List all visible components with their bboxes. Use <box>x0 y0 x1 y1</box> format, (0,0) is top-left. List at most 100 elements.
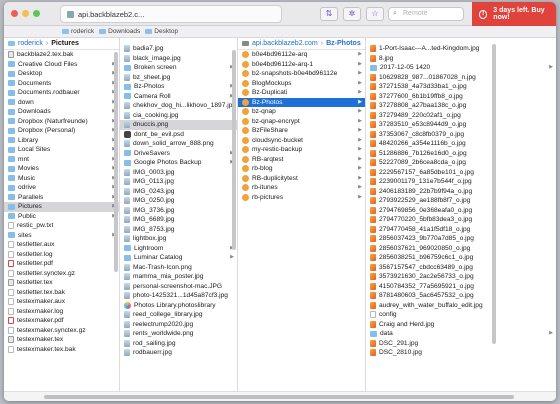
file-row[interactable]: testletter.pdf <box>4 259 119 269</box>
file-row[interactable]: bz_sheet.jpg <box>120 73 237 83</box>
file-row[interactable]: 2794770220_5bfb83dea3_o.jpg <box>366 215 556 225</box>
file-row[interactable]: testexmaker.log <box>4 307 119 317</box>
folder-row[interactable]: Downloads▶ <box>4 107 119 117</box>
folder-row[interactable]: Bz-Duplicati ▶ <box>238 88 365 98</box>
folder-row[interactable]: odrive▶ <box>4 183 119 193</box>
file-row[interactable]: 3573921630_2ac2e56733_o.jpg <box>366 272 556 282</box>
file-row[interactable]: 2794770458_41a1f5df18_o.jpg <box>366 225 556 235</box>
folder-row[interactable]: Creative Cloud Files▶ <box>4 60 119 70</box>
file-row[interactable]: 4150784352_77a5695921_o.jpg <box>366 282 556 292</box>
folder-row[interactable]: mnt▶ <box>4 155 119 165</box>
folder-row[interactable]: down▶ <box>4 98 119 108</box>
file-row[interactable]: mamma_mia_poster.jpg <box>120 272 237 282</box>
folder-row[interactable]: Lightroom▶ <box>120 244 237 254</box>
file-row[interactable]: 1-Port-Isaac---A...ted-Kingdom.jpg <box>366 44 556 54</box>
file-row[interactable]: 52227089_2b6cea8cda_o.jpg <box>366 158 556 168</box>
scrollbar[interactable] <box>114 52 118 272</box>
file-row[interactable]: 37278808_a27baa138c_o.jpg <box>366 101 556 111</box>
folder-row[interactable]: Bz-Photos▶ <box>238 97 365 107</box>
file-row[interactable]: photo-1425321...1d45a87cf3.jpg <box>120 291 237 301</box>
file-row[interactable]: rodbauerr.jpg <box>120 348 237 358</box>
file-row[interactable]: IMG_6689.jpg <box>120 215 237 225</box>
scrollbar[interactable] <box>492 44 496 344</box>
folder-row[interactable]: b0e4bd96112e-arq ▶ <box>238 50 365 60</box>
star-bookmark-icon[interactable]: ☆ <box>366 7 384 21</box>
folder-row[interactable]: Music▶ <box>4 174 119 184</box>
file-row[interactable]: black_image.jpg <box>120 54 237 64</box>
file-row[interactable]: 2793922529_ae188fb8f7_o.jpg <box>366 196 556 206</box>
file-row[interactable]: testletter.tex.bak <box>4 288 119 298</box>
breadcrumb-bz-photos[interactable]: Bz-Photos <box>326 40 361 47</box>
folder-row[interactable]: sites▶ <box>4 231 119 241</box>
file-row[interactable]: 37283510_e53c8944d9_o.jpg <box>366 120 556 130</box>
file-row[interactable]: cia_cooking.jpg <box>120 111 237 121</box>
file-row[interactable]: testletter.tex <box>4 278 119 288</box>
file-row[interactable]: testexmaker.pdf <box>4 316 119 326</box>
file-row[interactable]: badia7.jpg <box>120 44 237 54</box>
remote-search-input[interactable]: ⌕ Remote <box>388 7 464 21</box>
file-row[interactable]: rod_sailing.jpg <box>120 339 237 349</box>
folder-row[interactable]: DriveSavers▶ <box>120 149 237 159</box>
connection-tab[interactable]: api.backblazeb2.c... <box>60 5 282 23</box>
folder-row[interactable]: Broken screen▶ <box>120 63 237 73</box>
file-row[interactable]: Photos Library.photoslibrary <box>120 301 237 311</box>
file-row[interactable]: testletter.log <box>4 250 119 260</box>
folder-row[interactable]: b2-snapshots-b0e4bd96112e ▶ <box>238 69 365 79</box>
file-row[interactable]: DSC_2810.jpg <box>366 348 556 358</box>
scrollbar[interactable] <box>232 50 236 250</box>
folder-row[interactable]: Library▶ <box>4 136 119 146</box>
file-row[interactable]: DSC_291.jpg <box>366 339 556 349</box>
folder-row[interactable]: rb-itunes ▶ <box>238 183 365 193</box>
file-row[interactable]: down_solid_arrow_888.png <box>120 139 237 149</box>
favorite-roderick[interactable]: roderick <box>62 28 94 35</box>
file-row[interactable]: 48420266_a354e1116b_o.jpg <box>366 139 556 149</box>
folder-row[interactable]: BlogMockups ▶ <box>238 79 365 89</box>
folder-row[interactable]: Pictures▶ <box>4 202 119 212</box>
file-row[interactable]: Mac-Trash-Icon.png <box>120 263 237 273</box>
folder-row[interactable]: data ▶ <box>366 329 556 339</box>
folder-row[interactable]: Dropbox (Personal)▶ <box>4 126 119 136</box>
folder-row[interactable]: bz-qnap ▶ <box>238 107 365 117</box>
file-row[interactable]: 8.jpg <box>366 54 556 64</box>
file-row[interactable]: 51286886_7b126e16d0_o.jpg <box>366 149 556 159</box>
folder-row[interactable]: Parallels▶ <box>4 193 119 203</box>
folder-row[interactable]: RB-arqtest ▶ <box>238 155 365 165</box>
file-row[interactable]: IMG_0003.jpg <box>120 168 237 178</box>
file-row[interactable]: 2856037621_969020850_o.jpg <box>366 244 556 254</box>
file-row[interactable]: testexmaker.tex.bak <box>4 345 119 355</box>
file-row[interactable]: 37277600_6b1b19ffb8_o.jpg <box>366 92 556 102</box>
file-row[interactable]: 2406183189_22b7b9f94a_o.jpg <box>366 187 556 197</box>
favorite-downloads[interactable]: Downloads <box>99 28 140 35</box>
folder-row[interactable]: Local Sites▶ <box>4 145 119 155</box>
file-row[interactable]: 37271538_4a73d33ba1_o.jpg <box>366 82 556 92</box>
refresh-transfer-icon[interactable]: ⇅ <box>320 7 338 21</box>
file-row[interactable]: IMG_0243.jpg <box>120 187 237 197</box>
file-row[interactable]: reelectrump2020.jpg <box>120 320 237 330</box>
file-row[interactable]: testletter.aux <box>4 240 119 250</box>
file-row[interactable]: testletter.synctex.gz <box>4 269 119 279</box>
folder-row[interactable]: RB-duplicitytest ▶ <box>238 174 365 184</box>
horizontal-scroll-thumb[interactable] <box>44 395 514 399</box>
folder-row[interactable]: Bz-Photos▶ <box>120 82 237 92</box>
folder-row[interactable]: Desktop▶ <box>4 69 119 79</box>
folder-row[interactable]: Documents.rodbauer▶ <box>4 88 119 98</box>
close-window-button[interactable] <box>11 10 18 17</box>
breadcrumb-roderick[interactable]: roderick <box>18 40 43 47</box>
folder-row[interactable]: Movies▶ <box>4 164 119 174</box>
folder-row[interactable]: Luminar Catalog ▶ <box>120 253 237 263</box>
file-row[interactable]: reed_college_library.jpg <box>120 310 237 320</box>
folder-row[interactable]: Dropbox (Naturfreunde)▶ <box>4 117 119 127</box>
folder-row[interactable]: rb-pictures ▶ <box>238 193 365 203</box>
file-row[interactable]: chekhov_dog_hi...likhovo_1897.jpg <box>120 101 237 111</box>
file-row[interactable]: testexmaker.synctex.gz <box>4 326 119 336</box>
breadcrumb-pictures[interactable]: Pictures <box>51 40 79 47</box>
file-row[interactable]: 2856038251_b96759c6c1_o.jpg <box>366 253 556 263</box>
file-row[interactable]: testexmaker.aux <box>4 297 119 307</box>
breadcrumb-server[interactable]: api.backblazeb2.com <box>252 40 318 47</box>
file-row[interactable]: personal-screenshot-mac.JPG <box>120 282 237 292</box>
file-row[interactable]: config <box>366 310 556 320</box>
file-row[interactable]: IMG_8753.jpg <box>120 225 237 235</box>
file-row[interactable]: 2856037423_9b770a7d85_o.jpg <box>366 234 556 244</box>
folder-row[interactable]: Public▶ <box>4 212 119 222</box>
file-row[interactable]: 37279489_220c02af1_o.jpg <box>366 111 556 121</box>
